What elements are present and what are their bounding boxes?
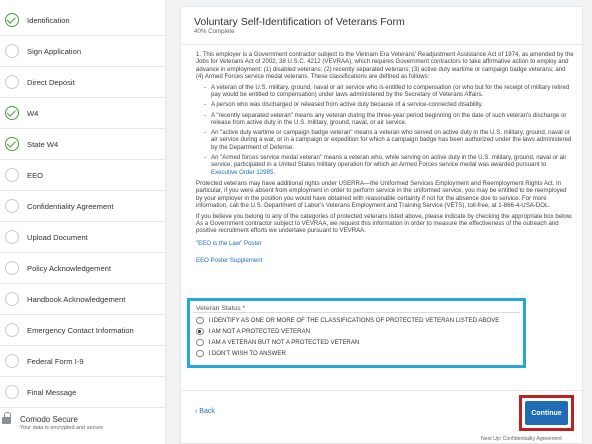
back-link[interactable]: ‹ Back [195,408,215,415]
empty-circle-icon [5,199,19,213]
option-label: I AM NOT A PROTECTED VETERAN [208,328,310,335]
empty-circle-icon [5,261,19,275]
sidebar-item-w4[interactable]: W4 [0,98,166,129]
rights-paragraph: Protected veterans may have additional r… [196,179,567,209]
option-label: I DON'T WISH TO ANSWER [208,350,286,357]
sidebar-item-state-w4[interactable]: State W4 [0,129,166,160]
sidebar-item-upload-document[interactable]: Upload Document [0,222,166,253]
empty-circle-icon [5,44,19,58]
empty-circle-icon [5,168,19,182]
sidebar-item-label: Federal Form I-9 [27,356,84,366]
sidebar-item-label: Identification [27,15,70,25]
definition-item: A veteran of the U.S. military, ground, … [204,84,574,99]
secure-badge: Comodo Secure Your data is encrypted and… [0,410,166,444]
empty-circle-icon [5,385,19,399]
option-label: I AM A VETERAN BUT NOT A PROTECTED VETER… [208,339,360,346]
continue-button[interactable]: Continue [525,401,568,425]
sidebar-item-eeo[interactable]: EEO [0,160,166,191]
intro-paragraph: 1. This employer is a Government contrac… [196,51,574,80]
sidebar-item-label: Policy Acknowledgement [27,263,111,273]
empty-circle-icon [5,354,19,368]
radio-button-selected[interactable] [196,327,204,336]
definition-text: An "Armed forces service medal veteran" … [211,154,567,169]
definition-item: A person who was discharged or released … [204,101,574,109]
belief-paragraph: If you believe you belong to any of the … [196,212,573,235]
empty-circle-icon [5,75,19,89]
form-card: Voluntary Self-Identification of Veteran… [180,6,584,444]
empty-circle-icon [5,323,19,337]
sidebar-item-label: EEO [27,170,44,180]
sidebar-item-label: Upload Document [27,232,88,242]
sidebar-item-label: Final Message [27,387,77,397]
sidebar-item-direct-deposit[interactable]: Direct Deposit [0,67,166,98]
sidebar-item-label: State W4 [27,139,59,149]
back-label: Back [199,408,215,415]
page-title: Voluntary Self-Identification of Veteran… [194,16,405,28]
sidebar-item-label: Handbook Acknowledgement [27,294,126,304]
veteran-option-not-protected[interactable]: I AM NOT A PROTECTED VETERAN [196,327,310,336]
radio-button[interactable] [196,316,204,325]
progress-text: 40% Complete [194,28,235,35]
sidebar-item-emergency-contact[interactable]: Emergency Contact Information [0,315,166,346]
sidebar-item-handbook-acknowledgement[interactable]: Handbook Acknowledgement [0,284,166,315]
sidebar-item-sign-application[interactable]: Sign Application [0,36,166,67]
sidebar-item-final-message[interactable]: Final Message [0,377,166,408]
sidebar-item-confidentiality-agreement[interactable]: Confidentiality Agreement [0,191,166,222]
form-body: 1. This employer is a Government contrac… [196,51,574,274]
divider [181,390,584,391]
veteran-option-veteran-not-protected[interactable]: I AM A VETERAN BUT NOT A PROTECTED VETER… [196,338,359,347]
sidebar-item-label: Confidentiality Agreement [27,201,114,211]
veteran-option-no-answer[interactable]: I DON'T WISH TO ANSWER [196,349,286,358]
veteran-option-identify[interactable]: I IDENTIFY AS ONE OR MORE OF THE CLASSIF… [196,316,499,325]
check-circle-icon [5,137,19,151]
executive-order-link[interactable]: Executive Order 12985 [211,169,273,176]
check-circle-icon [5,106,19,120]
sidebar-item-federal-form-i9[interactable]: Federal Form I-9 [0,346,166,377]
sidebar-item-label: Direct Deposit [27,77,75,87]
eeo-poster-link[interactable]: "EEO is the Law" Poster [196,240,574,247]
definition-item: An "active duty wartime or campaign badg… [204,129,574,151]
option-label: I IDENTIFY AS ONE OR MORE OF THE CLASSIF… [208,317,500,324]
sidebar-item-label: Emergency Contact Information [27,325,134,335]
radio-button[interactable] [196,338,204,347]
veteran-status-label: Veteran Status * [196,305,246,312]
sidebar-item-label: W4 [27,108,39,118]
definition-end: . [273,168,276,176]
sidebar: Identification Sign Application Direct D… [0,0,166,444]
sidebar-item-policy-acknowledgement[interactable]: Policy Acknowledgement [0,253,166,284]
secure-title: Comodo Secure [20,415,78,424]
next-up-text: Next Up: Confidentiality Agreement [481,436,562,442]
veteran-status-group: Veteran Status * I IDENTIFY AS ONE OR MO… [187,298,526,368]
divider [181,44,584,45]
check-circle-icon [5,13,19,27]
sidebar-item-identification[interactable]: Identification [0,5,166,36]
empty-circle-icon [5,230,19,244]
chevron-left-icon: ‹ [195,408,198,415]
definition-list: A veteran of the U.S. military, ground, … [204,84,574,176]
empty-circle-icon [5,292,19,306]
eeo-supplement-link[interactable]: EEO Poster Supplement [196,257,574,264]
definition-item: A "recently separated veteran" means any… [204,112,574,127]
veteran-status-options: I IDENTIFY AS ONE OR MORE OF THE CLASSIF… [193,312,520,364]
sidebar-item-label: Sign Application [27,46,82,56]
continue-highlight: Continue [519,395,574,431]
poster-links: "EEO is the Law" Poster EEO Poster Suppl… [196,240,574,265]
definition-item: An "Armed forces service medal veteran" … [204,154,574,176]
radio-button[interactable] [196,349,204,358]
secure-subtitle: Your data is encrypted and secure [20,425,104,431]
lock-icon [2,412,11,425]
